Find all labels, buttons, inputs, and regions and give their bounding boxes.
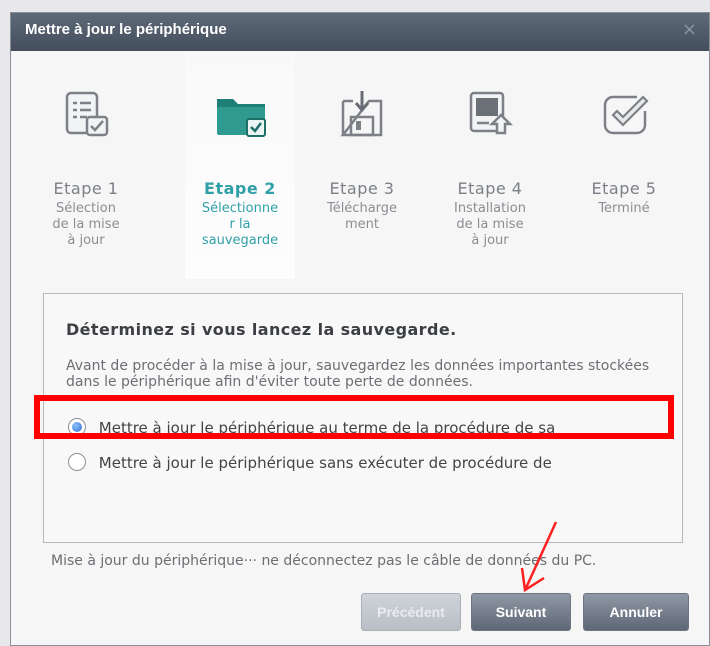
step-1-description: Sélection de la mise à jour (52, 201, 120, 248)
step-1-label: Etape 1 (53, 179, 119, 198)
step-4-label: Etape 4 (457, 179, 523, 198)
step-5: Etape 5 Terminé (569, 51, 679, 279)
step-1: Etape 1 Sélection de la mise à jour (31, 51, 141, 279)
previous-button[interactable]: Précédent (361, 593, 461, 631)
title-bar: Mettre à jour le périphérique × (11, 13, 709, 51)
panel-heading: Déterminez si vous lancez la sauvegarde. (66, 320, 457, 339)
step-3: Etape 3 Télécharge ment (307, 51, 417, 279)
red-highlight-box (34, 395, 674, 439)
wizard-steps: Etape 1 Sélection de la mise à jour Etap… (11, 51, 709, 281)
folder-check-icon (217, 99, 266, 137)
option-2-label: Mettre à jour le périphérique sans exécu… (98, 454, 552, 472)
checkmark-finish-icon (603, 95, 649, 135)
update-device-dialog: Mettre à jour le périphérique × Etape 1 … (10, 12, 710, 646)
step-3-description: Télécharge ment (326, 201, 398, 232)
device-upload-icon (469, 91, 514, 135)
step-4-description: Installation de la mise à jour (453, 201, 526, 248)
step-5-description: Terminé (598, 201, 650, 216)
step-4: Etape 4 Installation de la mise à jour (435, 51, 545, 279)
step-2-description: Sélectionne r la sauvegarde (201, 201, 279, 248)
step-2-label: Etape 2 (204, 179, 276, 198)
radio-unselected-icon[interactable] (68, 453, 86, 471)
download-floppy-icon (340, 91, 383, 137)
step-5-label: Etape 5 (591, 179, 657, 198)
cancel-button[interactable]: Annuler (583, 593, 689, 631)
option-update-without-backup[interactable]: Mettre à jour le périphérique sans exécu… (68, 453, 552, 472)
step-3-label: Etape 3 (329, 179, 395, 198)
checklist-document-icon (65, 91, 109, 137)
red-arrow-icon (520, 521, 558, 593)
step-2-active: Etape 2 Sélectionne r la sauvegarde (185, 51, 295, 279)
close-icon[interactable]: × (682, 19, 697, 40)
dialog-title: Mettre à jour le périphérique (25, 21, 227, 38)
